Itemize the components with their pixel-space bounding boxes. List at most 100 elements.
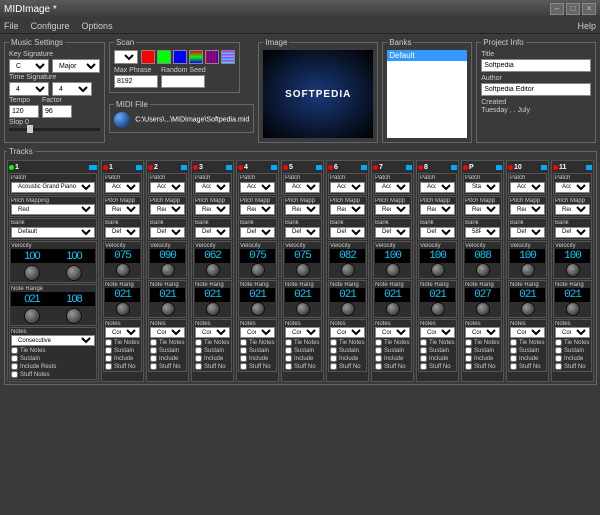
noterange-knob[interactable]: [386, 302, 400, 316]
patch-select[interactable]: Acoustic Gr: [105, 182, 140, 193]
bank-select[interactable]: Default: [555, 227, 590, 238]
notes-select[interactable]: Consecutive: [11, 335, 95, 346]
notes-select[interactable]: Consecutiv: [555, 327, 590, 338]
sustain-checkbox[interactable]: Sustain: [555, 347, 590, 354]
noterange-knob[interactable]: [116, 302, 130, 316]
noterange-knob[interactable]: [161, 302, 175, 316]
bank-select[interactable]: Default: [420, 227, 455, 238]
maxphrase-input[interactable]: [114, 75, 158, 88]
swatch-stripe1[interactable]: [205, 50, 219, 64]
notes-select[interactable]: Consecutiv: [420, 327, 455, 338]
tie-notes-checkbox[interactable]: Tie Notes: [330, 339, 365, 346]
include-checkbox[interactable]: Include: [195, 355, 230, 362]
velocity-knob[interactable]: [251, 263, 265, 277]
include-checkbox[interactable]: Include: [375, 355, 410, 362]
include-checkbox[interactable]: Include: [330, 355, 365, 362]
notes-select[interactable]: Consecutiv: [510, 327, 545, 338]
include-checkbox[interactable]: Include: [465, 355, 500, 362]
enable-dot-icon[interactable]: [553, 165, 558, 170]
minimize-button[interactable]: –: [550, 3, 564, 15]
noterange-knob[interactable]: [341, 302, 355, 316]
enable-dot-icon[interactable]: [373, 165, 378, 170]
menu-configure[interactable]: Configure: [31, 21, 70, 31]
tempo-input[interactable]: [9, 105, 39, 118]
noterange-lo-knob[interactable]: [24, 308, 40, 324]
enable-dot-icon[interactable]: [508, 165, 513, 170]
stuff-checkbox[interactable]: Stuff No: [150, 363, 185, 370]
sustain-checkbox[interactable]: Sustain: [465, 347, 500, 354]
notes-select[interactable]: Consecutiv: [330, 327, 365, 338]
enable-dot-icon[interactable]: [103, 165, 108, 170]
velocity-knob[interactable]: [296, 263, 310, 277]
pitchmap-select[interactable]: Red: [195, 204, 230, 215]
sustain-checkbox[interactable]: Sustain: [195, 347, 230, 354]
sustain-checkbox[interactable]: Sustain: [240, 347, 275, 354]
tie-notes-checkbox[interactable]: Tie Notes: [11, 347, 95, 354]
bank-select[interactable]: Default: [285, 227, 320, 238]
include-checkbox[interactable]: Include: [240, 355, 275, 362]
pitchmap-select[interactable]: Red: [465, 204, 500, 215]
notes-select[interactable]: Consecutiv: [285, 327, 320, 338]
time-den-select[interactable]: 4: [52, 82, 92, 96]
tie-notes-checkbox[interactable]: Tie Notes: [195, 339, 230, 346]
enable-dot-icon[interactable]: [193, 165, 198, 170]
stuff-checkbox[interactable]: Stuff No: [555, 363, 590, 370]
maximize-button[interactable]: □: [566, 3, 580, 15]
swatch-blue[interactable]: [173, 50, 187, 64]
include-checkbox[interactable]: Include: [510, 355, 545, 362]
bank-select[interactable]: Default: [510, 227, 545, 238]
enable-dot-icon[interactable]: [9, 165, 14, 170]
tie-notes-checkbox[interactable]: Tie Notes: [510, 339, 545, 346]
sustain-checkbox[interactable]: Sustain: [285, 347, 320, 354]
pitchmap-select[interactable]: Red: [420, 204, 455, 215]
bank-select[interactable]: 58Percussi: [465, 227, 500, 238]
enable-dot-icon[interactable]: [328, 165, 333, 170]
factor-input[interactable]: [42, 105, 72, 118]
time-num-select[interactable]: 4: [9, 82, 49, 96]
noterange-knob[interactable]: [431, 302, 445, 316]
patch-select[interactable]: Acoustic Gr: [510, 182, 545, 193]
noterange-knob[interactable]: [251, 302, 265, 316]
swatch-red[interactable]: [141, 50, 155, 64]
scan-num-select[interactable]: 1: [114, 50, 138, 64]
sustain-checkbox[interactable]: Sustain: [11, 355, 95, 362]
swatch-green[interactable]: [157, 50, 171, 64]
pitchmap-select[interactable]: Red: [330, 204, 365, 215]
velocity-knob[interactable]: [566, 263, 580, 277]
patch-select[interactable]: Acoustic Grand Piano: [11, 182, 95, 193]
patch-select[interactable]: Acoustic Gr: [555, 182, 590, 193]
slop-slider[interactable]: [9, 128, 100, 131]
menu-file[interactable]: File: [4, 21, 19, 31]
stuff-checkbox[interactable]: Stuff No: [285, 363, 320, 370]
bank-select[interactable]: Default: [195, 227, 230, 238]
sustain-checkbox[interactable]: Sustain: [105, 347, 140, 354]
sustain-checkbox[interactable]: Sustain: [420, 347, 455, 354]
stuff-checkbox[interactable]: Stuff No: [240, 363, 275, 370]
bank-select[interactable]: Default: [330, 227, 365, 238]
include-checkbox[interactable]: Include: [105, 355, 140, 362]
stuff-checkbox[interactable]: Stuff No: [330, 363, 365, 370]
notes-select[interactable]: Consecutiv: [375, 327, 410, 338]
title-input[interactable]: [481, 59, 591, 72]
sustain-checkbox[interactable]: Sustain: [375, 347, 410, 354]
author-input[interactable]: [481, 83, 591, 96]
pitchmap-select[interactable]: Red: [240, 204, 275, 215]
noterange-knob[interactable]: [296, 302, 310, 316]
stuff-notes-checkbox[interactable]: Stuff Notes: [11, 371, 95, 378]
enable-dot-icon[interactable]: [418, 165, 423, 170]
velocity-knob[interactable]: [521, 263, 535, 277]
menu-help[interactable]: Help: [577, 21, 596, 31]
bank-select[interactable]: Default: [150, 227, 185, 238]
pitchmap-select[interactable]: Red: [150, 204, 185, 215]
image-preview[interactable]: SOFTPEDIA: [263, 50, 373, 138]
tie-notes-checkbox[interactable]: Tie Notes: [375, 339, 410, 346]
pitchmap-select[interactable]: Red: [510, 204, 545, 215]
enable-dot-icon[interactable]: [238, 165, 243, 170]
tie-notes-checkbox[interactable]: Tie Notes: [420, 339, 455, 346]
include-rests-checkbox[interactable]: Include Rests: [11, 363, 95, 370]
notes-select[interactable]: Consecutiv: [465, 327, 500, 338]
bank-select[interactable]: Default: [375, 227, 410, 238]
stuff-checkbox[interactable]: Stuff No: [420, 363, 455, 370]
stuff-checkbox[interactable]: Stuff No: [195, 363, 230, 370]
velocity-knob[interactable]: [386, 263, 400, 277]
